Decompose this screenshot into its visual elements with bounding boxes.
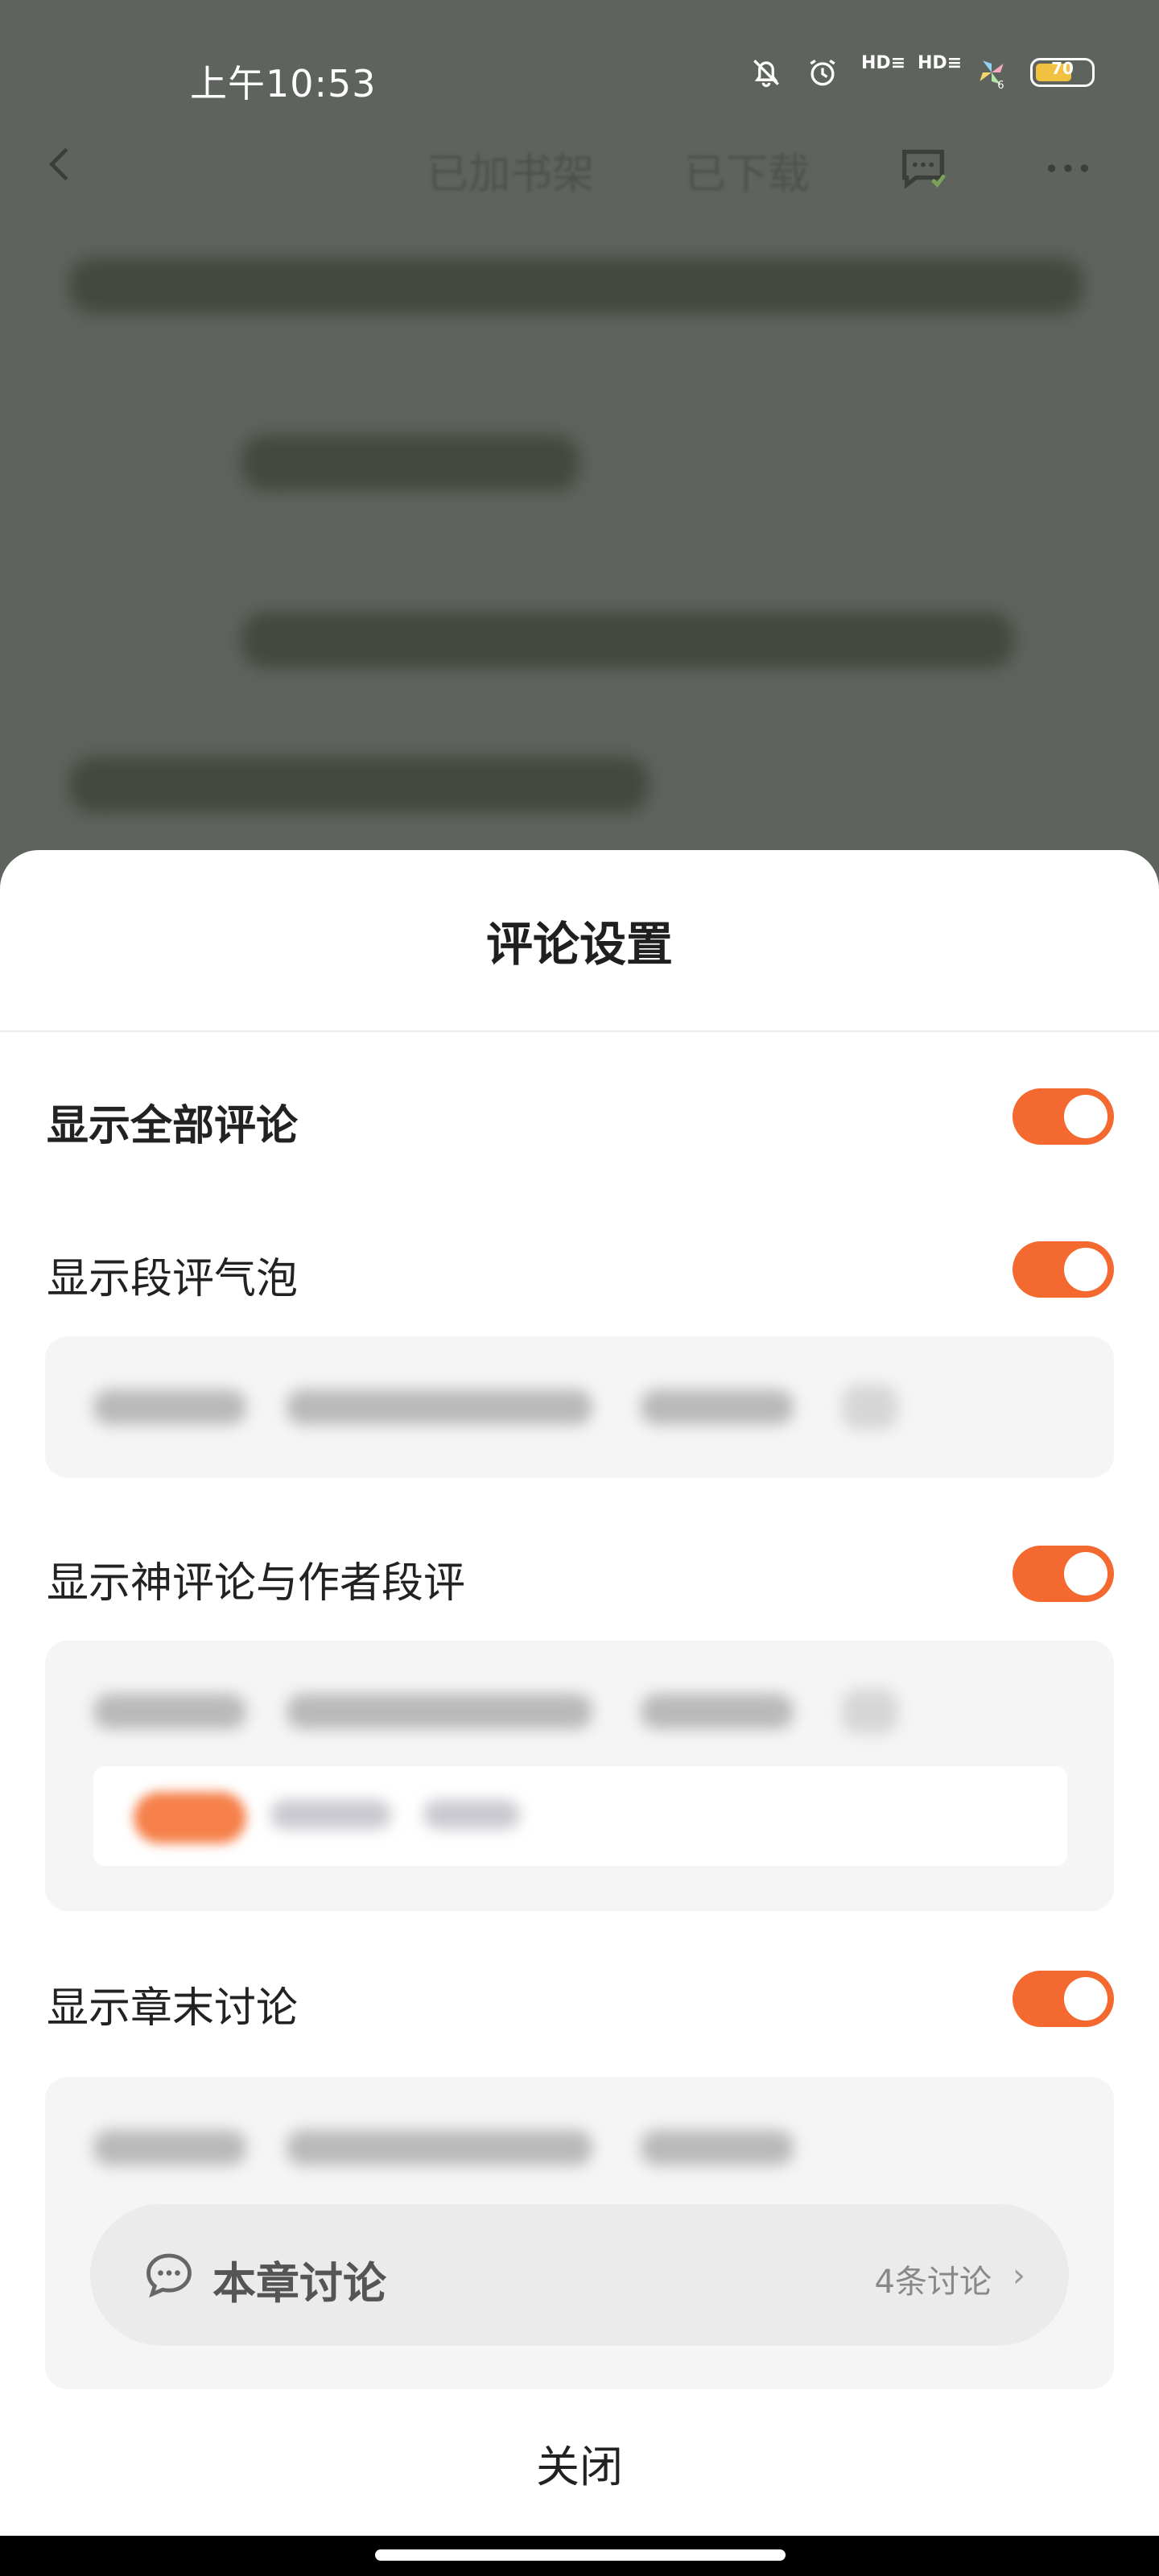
blurred-text-line <box>69 258 1083 314</box>
god-comment-preview <box>45 1641 1114 1911</box>
toggle-knob <box>1064 1977 1107 2021</box>
blurred-text-line <box>241 612 1014 668</box>
blurred-preview-text <box>641 1389 794 1425</box>
comment-settings-sheet: 评论设置 显示全部评论 显示段评气泡 显示神评论与作者段评 显示章末讨论 本章讨… <box>0 850 1159 2576</box>
blurred-text-line <box>69 757 649 813</box>
god-comment-card <box>93 1766 1067 1866</box>
chevron-right-icon: › <box>1013 2257 1025 2294</box>
divider <box>0 1030 1159 1032</box>
status-icons: HD≡ HD≡ 6 70 <box>749 53 1095 92</box>
comment-bubble-icon[interactable] <box>895 140 951 196</box>
hd-signal-icon: HD≡ <box>918 53 963 73</box>
reader-top-nav: 已加书架 已下载 <box>0 137 1159 201</box>
mute-bell-icon <box>749 55 784 90</box>
toggle-knob <box>1064 1095 1107 1138</box>
status-bar: 上午10:53 HD≡ HD≡ 6 70 <box>0 48 1159 113</box>
blurred-bubble <box>842 1385 898 1430</box>
chapter-discussion-bar[interactable]: 本章讨论 4条讨论 › <box>90 2204 1069 2346</box>
status-time: 上午10:53 <box>190 62 377 105</box>
hd-label: HD <box>918 53 947 73</box>
discussion-count: 4条讨论 <box>874 2264 992 2301</box>
blurred-preview-text <box>93 2130 246 2165</box>
alarm-icon <box>805 55 840 90</box>
toggle-knob <box>1064 1552 1107 1596</box>
system-navigation-bar <box>0 2536 1159 2576</box>
blurred-preview-text <box>423 1800 520 1829</box>
setting-label-chapter-end-discussion: 显示章末讨论 <box>47 1984 299 2033</box>
toggle-knob <box>1064 1248 1107 1291</box>
toggle-show-all-comments[interactable] <box>1013 1088 1114 1145</box>
setting-label-show-all-comments: 显示全部评论 <box>47 1102 299 1150</box>
pinwheel-app-icon: 6 <box>974 55 1009 92</box>
chapter-discussion-preview: 本章讨论 4条讨论 › <box>45 2077 1114 2389</box>
blurred-preview-text <box>287 2130 592 2165</box>
more-options-icon[interactable] <box>1040 140 1096 196</box>
blurred-preview-text <box>641 1694 794 1729</box>
hd-signal-icon: HD≡ <box>861 53 906 73</box>
toggle-paragraph-bubbles[interactable] <box>1013 1241 1114 1298</box>
toggle-chapter-end-discussion[interactable] <box>1013 1971 1114 2027</box>
reader-background: 上午10:53 HD≡ HD≡ 6 70 已加书架 已下载 <box>0 0 1159 886</box>
chapter-discussion-label: 本章讨论 <box>212 2258 386 2309</box>
app-badge: 6 <box>997 80 1004 90</box>
hd-label: HD <box>861 53 891 73</box>
battery-icon: 70 <box>1030 58 1095 87</box>
downloaded-tab[interactable]: 已下载 <box>684 140 810 200</box>
home-indicator[interactable] <box>375 2549 786 2561</box>
toggle-god-comments-author[interactable] <box>1013 1546 1114 1602</box>
god-comment-tag <box>134 1792 246 1843</box>
blurred-preview-text <box>287 1389 592 1425</box>
blurred-preview-text <box>287 1694 592 1729</box>
setting-label-paragraph-bubbles: 显示段评气泡 <box>47 1255 299 1303</box>
blurred-text-line <box>241 435 580 491</box>
blurred-bubble <box>842 1689 898 1734</box>
blurred-preview-text <box>93 1694 246 1729</box>
back-arrow-icon[interactable] <box>39 142 84 187</box>
battery-level: 70 <box>1051 59 1074 78</box>
added-to-shelf-tab[interactable]: 已加书架 <box>427 140 594 200</box>
setting-label-god-comments-author: 显示神评论与作者段评 <box>47 1559 466 1608</box>
blurred-preview-text <box>641 2130 794 2165</box>
blurred-preview-text <box>270 1800 391 1829</box>
comment-bubble-icon <box>140 2246 198 2304</box>
blurred-preview-text <box>93 1389 246 1425</box>
paragraph-bubble-preview <box>45 1336 1114 1478</box>
close-button[interactable]: 关闭 <box>0 2431 1159 2495</box>
sheet-title: 评论设置 <box>485 917 673 972</box>
